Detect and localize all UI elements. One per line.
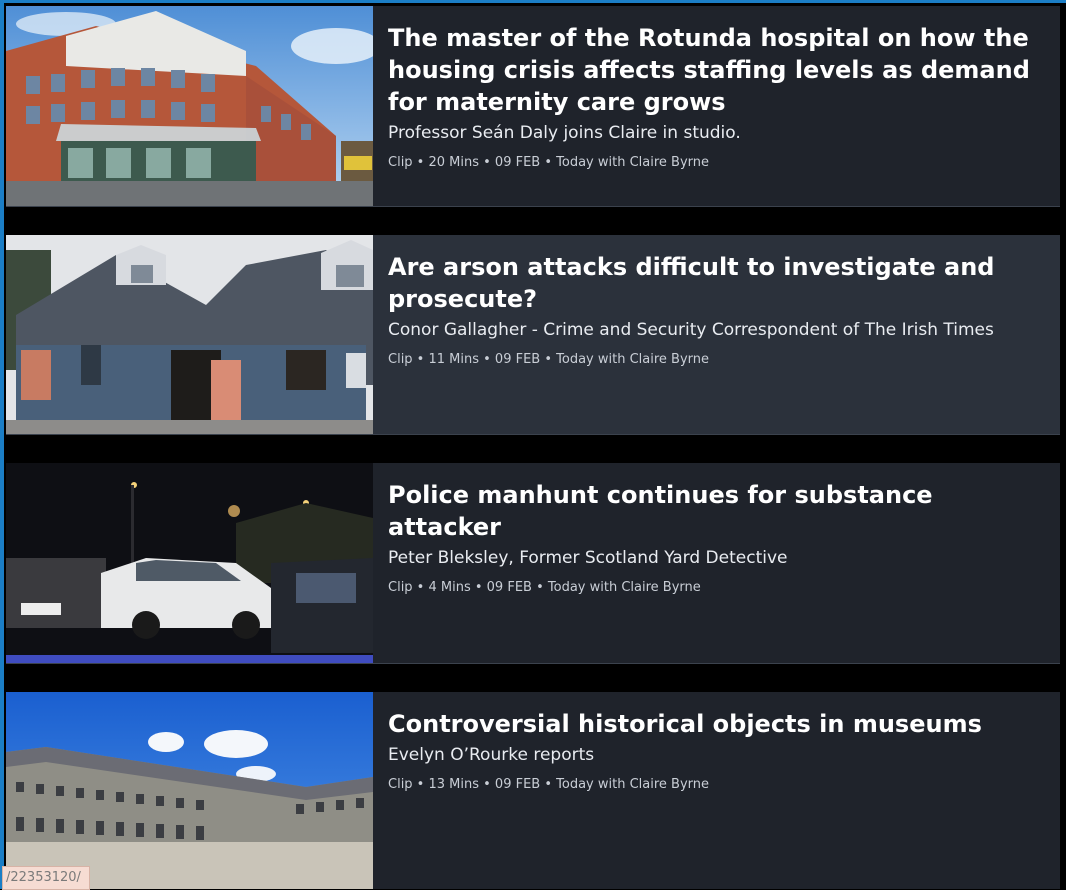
clip-subtitle: Professor Seán Daly joins Claire in stud…	[388, 123, 741, 143]
window-edge-top	[0, 0, 1066, 3]
clip-meta: Clip • 13 Mins • 09 FEB • Today with Cla…	[388, 777, 710, 792]
clip-info: The master of the Rotunda hospital on ho…	[373, 6, 1060, 206]
museum-courtyard-photo-icon[interactable]	[6, 692, 373, 889]
clip-subtitle: Evelyn O’Rourke reports	[388, 745, 595, 765]
clip-info: Controversial historical objects in muse…	[373, 692, 1060, 889]
burnt-house-photo-icon[interactable]	[6, 235, 373, 434]
clip-card-manhunt[interactable]: Police manhunt continues for substance a…	[6, 463, 1060, 664]
clip-meta: Clip • 4 Mins • 09 FEB • Today with Clai…	[388, 580, 701, 595]
clip-title[interactable]: The master of the Rotunda hospital on ho…	[388, 22, 1048, 118]
clip-title[interactable]: Are arson attacks difficult to investiga…	[388, 251, 1048, 315]
clip-meta: Clip • 20 Mins • 09 FEB • Today with Cla…	[388, 155, 710, 170]
clip-card-museums[interactable]: Controversial historical objects in muse…	[6, 692, 1060, 889]
clip-list: The master of the Rotunda hospital on ho…	[0, 0, 1066, 890]
clip-info: Are arson attacks difficult to investiga…	[373, 235, 1060, 434]
status-url-tooltip: /22353120/	[2, 866, 90, 890]
clip-card-arson[interactable]: Are arson attacks difficult to investiga…	[6, 235, 1060, 435]
clip-card-rotunda[interactable]: The master of the Rotunda hospital on ho…	[6, 6, 1060, 207]
night-street-cars-photo-icon[interactable]	[6, 463, 373, 663]
clip-title[interactable]: Controversial historical objects in muse…	[388, 708, 1048, 740]
clip-meta: Clip • 11 Mins • 09 FEB • Today with Cla…	[388, 352, 710, 367]
hospital-building-photo-icon[interactable]	[6, 6, 373, 206]
clip-title[interactable]: Police manhunt continues for substance a…	[388, 479, 1048, 543]
clip-subtitle: Conor Gallagher - Crime and Security Cor…	[388, 320, 994, 340]
window-edge-left	[0, 0, 4, 889]
clip-subtitle: Peter Bleksley, Former Scotland Yard Det…	[388, 548, 788, 568]
clip-info: Police manhunt continues for substance a…	[373, 463, 1060, 663]
